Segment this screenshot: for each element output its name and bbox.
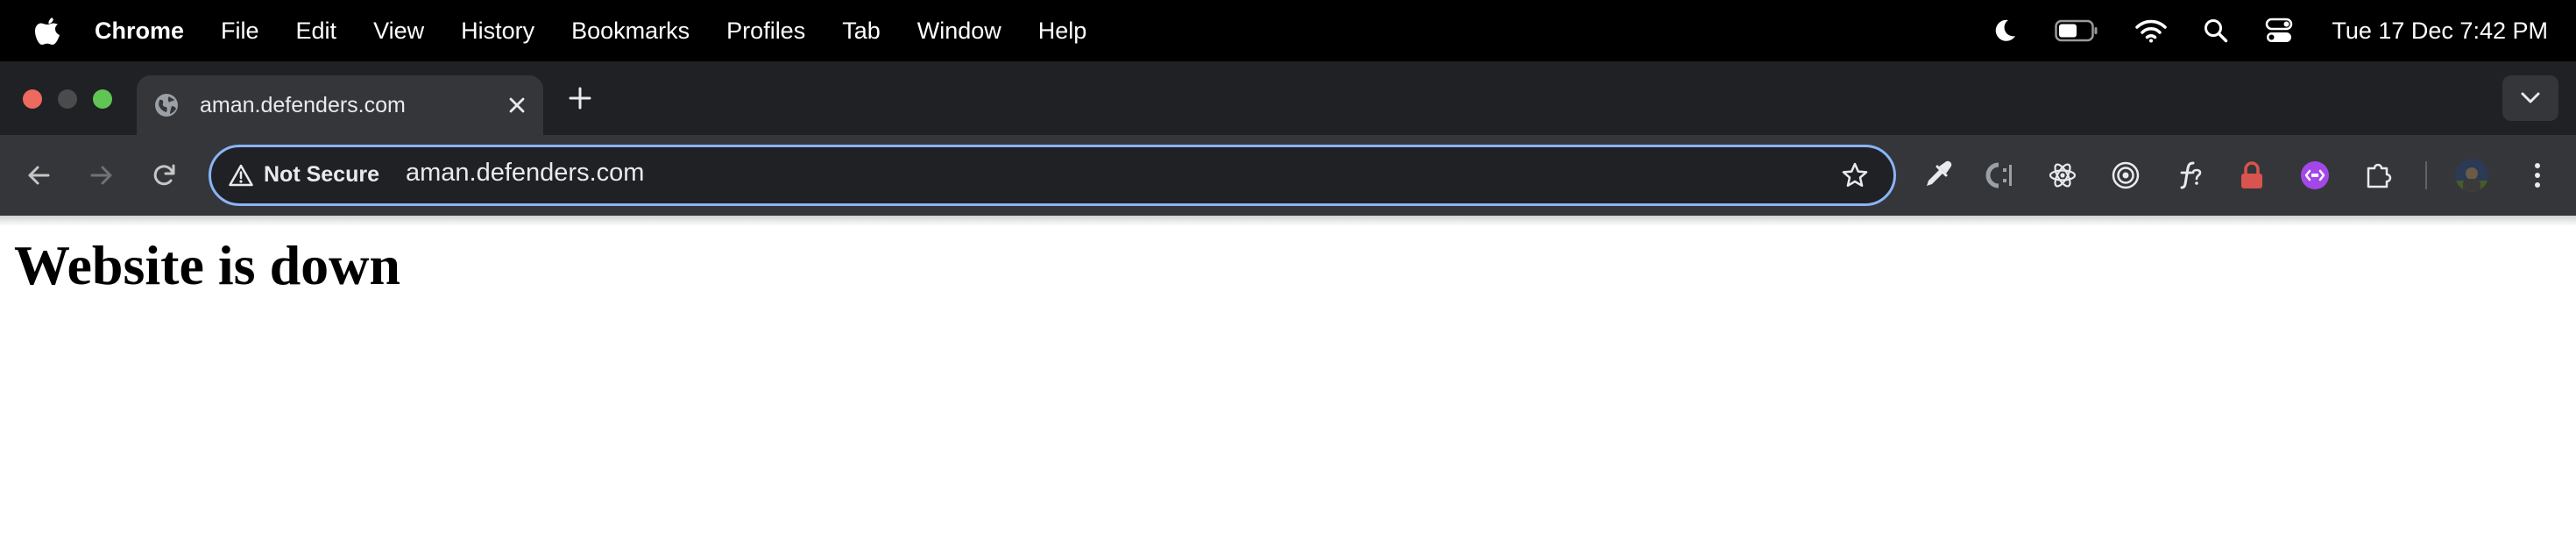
status-area: Tue 17 Dec 7:42 PM	[1955, 0, 2548, 61]
forward-arrow-icon[interactable]	[86, 160, 117, 191]
react-devtools-icon[interactable]	[2046, 159, 2079, 192]
menu-bookmarks[interactable]: Bookmarks	[571, 18, 690, 45]
browser-toolbar: Not Secure aman.defenders.com	[0, 135, 2576, 216]
bookmark-star-icon[interactable]	[1839, 160, 1871, 191]
password-manager-icon[interactable]	[2235, 159, 2268, 192]
page-heading: Website is down	[14, 234, 400, 296]
new-tab-plus-icon[interactable]	[566, 84, 594, 112]
purple-extension-icon[interactable]	[2298, 159, 2332, 192]
menu-app-name[interactable]: Chrome	[95, 18, 184, 45]
moon-icon[interactable]	[1992, 18, 2018, 44]
toolbar-divider	[2425, 161, 2427, 189]
menu-history[interactable]: History	[461, 18, 534, 45]
target-icon[interactable]	[2109, 159, 2142, 192]
menu-help[interactable]: Help	[1038, 18, 1087, 45]
chrome-menu-kebab-icon[interactable]	[2521, 159, 2554, 192]
url-text[interactable]: aman.defenders.com	[406, 159, 644, 188]
page-content: Website is down	[0, 216, 2576, 547]
spotlight-search-icon[interactable]	[2204, 18, 2228, 43]
apple-logo-icon[interactable]	[35, 16, 60, 46]
security-status-chip[interactable]: Not Secure	[264, 162, 379, 188]
globe-icon	[152, 91, 180, 119]
menu-tab[interactable]: Tab	[842, 18, 881, 45]
macos-menu-bar: Chrome File Edit View History Bookmarks …	[0, 0, 2576, 61]
battery-icon[interactable]	[2055, 19, 2098, 42]
tab-strip: aman.defenders.com	[0, 61, 2576, 135]
tab-close-icon[interactable]	[505, 93, 529, 117]
warning-triangle-icon[interactable]	[227, 162, 255, 188]
active-tab[interactable]: aman.defenders.com	[137, 75, 543, 135]
css-inspector-icon[interactable]	[1983, 159, 2016, 192]
eyedropper-icon[interactable]	[1921, 159, 1954, 192]
menu-window[interactable]: Window	[917, 18, 1001, 45]
menu-profiles[interactable]: Profiles	[726, 18, 805, 45]
reload-icon[interactable]	[149, 160, 180, 191]
wifi-icon[interactable]	[2135, 18, 2168, 43]
tab-search-chevron-down-icon[interactable]	[2502, 75, 2558, 121]
control-center-icon[interactable]	[2265, 18, 2293, 44]
tab-title: aman.defenders.com	[200, 92, 406, 117]
menu-view[interactable]: View	[373, 18, 424, 45]
back-arrow-icon[interactable]	[23, 160, 54, 191]
profile-avatar[interactable]	[2454, 158, 2489, 193]
window-zoom-button[interactable]	[93, 89, 112, 109]
window-minimize-button[interactable]	[58, 89, 77, 109]
puzzle-piece-icon[interactable]	[2361, 159, 2395, 192]
font-identifier-icon[interactable]	[2172, 159, 2205, 192]
address-bar[interactable]: Not Secure aman.defenders.com	[209, 145, 1896, 206]
menu-file[interactable]: File	[221, 18, 259, 45]
menu-edit[interactable]: Edit	[296, 18, 337, 45]
window-close-button[interactable]	[23, 89, 42, 109]
menu-bar-clock[interactable]: Tue 17 Dec 7:42 PM	[2332, 18, 2548, 45]
